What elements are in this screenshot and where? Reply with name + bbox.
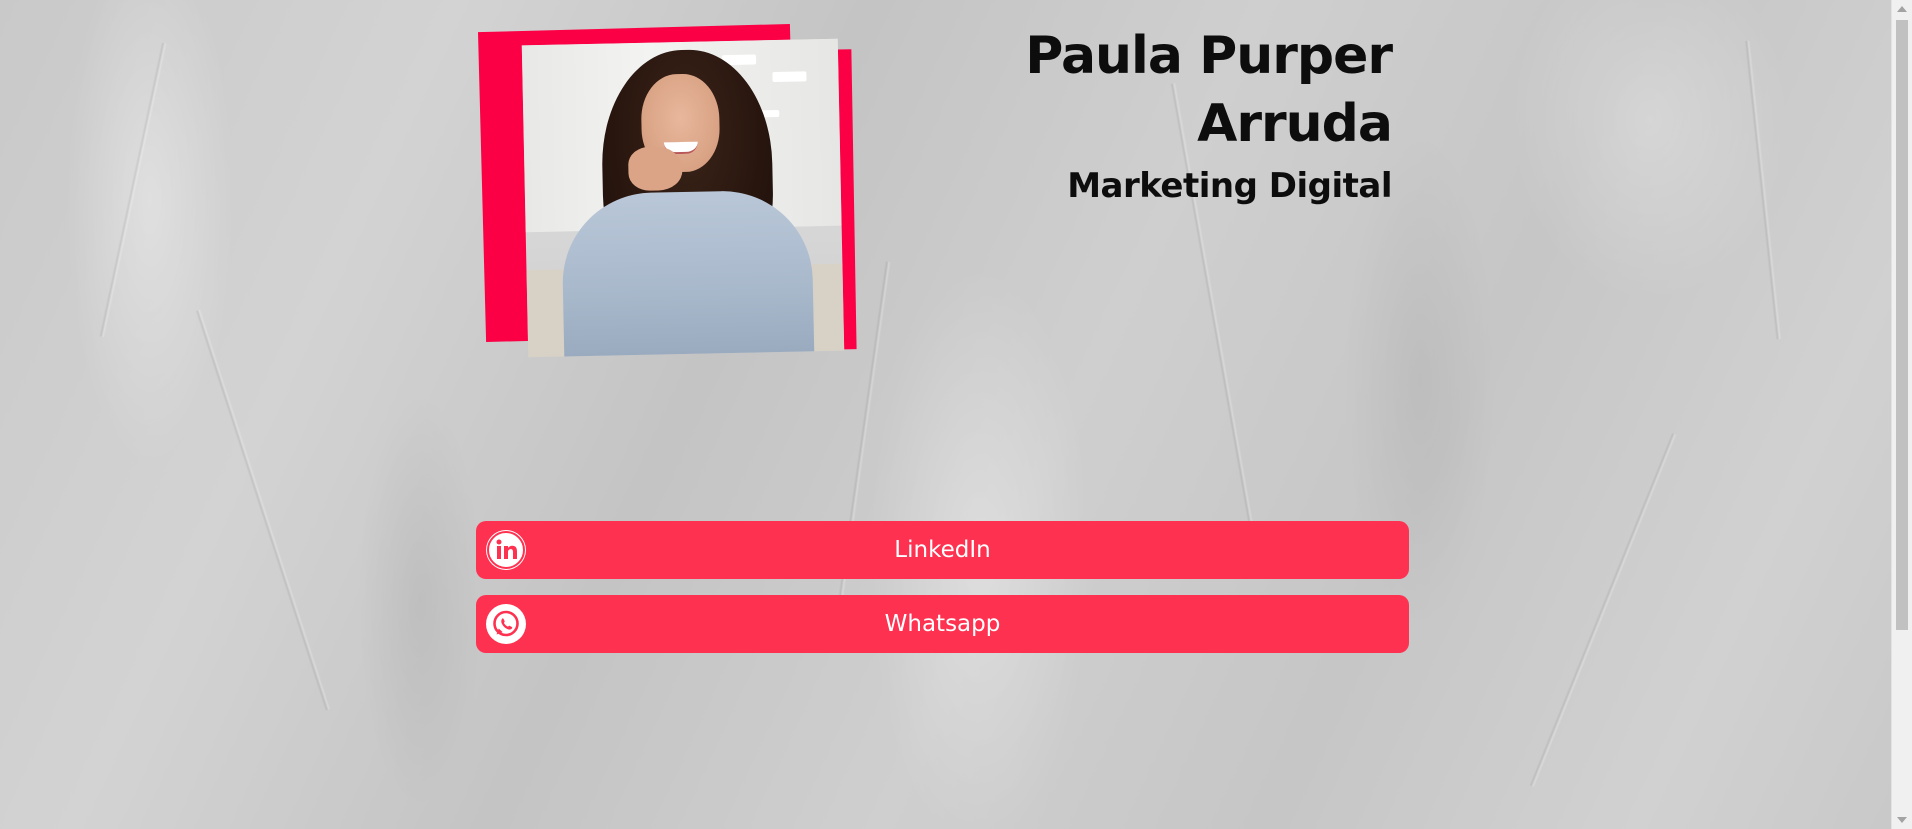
profile-name: Paula Purper Arruda — [972, 22, 1393, 158]
whatsapp-button-label: Whatsapp — [884, 611, 1001, 637]
paper-crease — [98, 42, 168, 338]
linkedin-icon — [486, 530, 526, 570]
linkedin-button-label: LinkedIn — [894, 537, 991, 563]
paper-crease — [1529, 432, 1677, 788]
paper-crease — [195, 309, 331, 711]
profile-photo-frame — [476, 20, 857, 360]
profile-name-line1: Paula Purper — [1025, 26, 1393, 86]
whatsapp-button[interactable]: Whatsapp — [476, 595, 1409, 653]
whatsapp-icon — [486, 604, 526, 644]
page: Paula Purper Arruda Marketing Digital Li… — [0, 0, 1912, 829]
scroll-down-arrow-icon[interactable] — [1897, 817, 1907, 823]
profile-role: Marketing Digital — [1067, 166, 1392, 206]
scrollbar-thumb[interactable] — [1896, 20, 1908, 630]
profile-photo — [521, 38, 845, 358]
linkedin-button[interactable]: LinkedIn — [476, 521, 1409, 579]
scroll-up-arrow-icon[interactable] — [1897, 6, 1907, 12]
vertical-scrollbar[interactable] — [1891, 0, 1912, 829]
paper-crease — [1744, 40, 1782, 340]
profile-name-line2: Arruda — [1197, 94, 1393, 154]
